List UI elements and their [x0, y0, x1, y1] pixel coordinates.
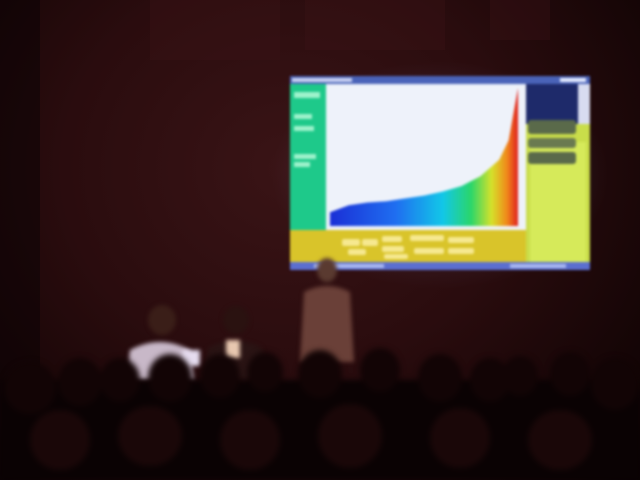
- sidebar-item: [294, 114, 312, 119]
- audience-head: [58, 358, 102, 406]
- sidebar-item: [294, 154, 316, 159]
- footer-button: [448, 248, 474, 254]
- footer-button: [382, 236, 402, 242]
- audience-head-back: [430, 408, 490, 468]
- panelist-head: [223, 306, 249, 334]
- footer-button: [410, 235, 444, 241]
- taskbar-clock: [510, 264, 566, 268]
- side-button: [528, 138, 576, 148]
- audience-head-back: [118, 406, 182, 466]
- footer-button: [414, 248, 444, 254]
- audience-silhouettes: [0, 348, 640, 480]
- audience-head: [100, 358, 140, 402]
- sidebar-item: [294, 162, 310, 167]
- audience-head-back: [528, 410, 592, 470]
- audience-head: [360, 348, 400, 392]
- panelist-head: [148, 305, 176, 335]
- footer-button: [384, 254, 408, 259]
- wall-panel-right: [490, 0, 550, 40]
- audience-head: [148, 354, 192, 402]
- projected-screen: [290, 76, 590, 270]
- audience-head-back: [220, 410, 280, 470]
- audience-head-back: [30, 410, 90, 470]
- lecture-room-scene: [0, 0, 640, 480]
- titlebar-controls: [560, 78, 586, 82]
- footer-button: [362, 239, 378, 246]
- sidebar-item: [294, 92, 320, 98]
- audience-head: [550, 352, 590, 396]
- audience-head-back: [318, 404, 382, 468]
- right-panel-top: [526, 84, 578, 124]
- wall-panel-left: [150, 0, 280, 60]
- side-button: [528, 152, 576, 164]
- audience-head: [247, 352, 283, 392]
- audience-head: [4, 362, 56, 414]
- footer-button: [342, 239, 360, 246]
- presenter-head: [317, 258, 337, 282]
- footer-button: [382, 246, 404, 252]
- wall-panel-center: [305, 0, 445, 50]
- audience-head: [502, 356, 538, 396]
- footer-button: [448, 237, 474, 243]
- sidebar-item: [294, 126, 314, 131]
- audience-head: [200, 354, 240, 398]
- titlebar-stripe: [292, 78, 352, 82]
- audience-head: [418, 354, 462, 402]
- audience-head: [298, 350, 342, 398]
- audience-head: [591, 358, 639, 410]
- side-button: [528, 120, 576, 134]
